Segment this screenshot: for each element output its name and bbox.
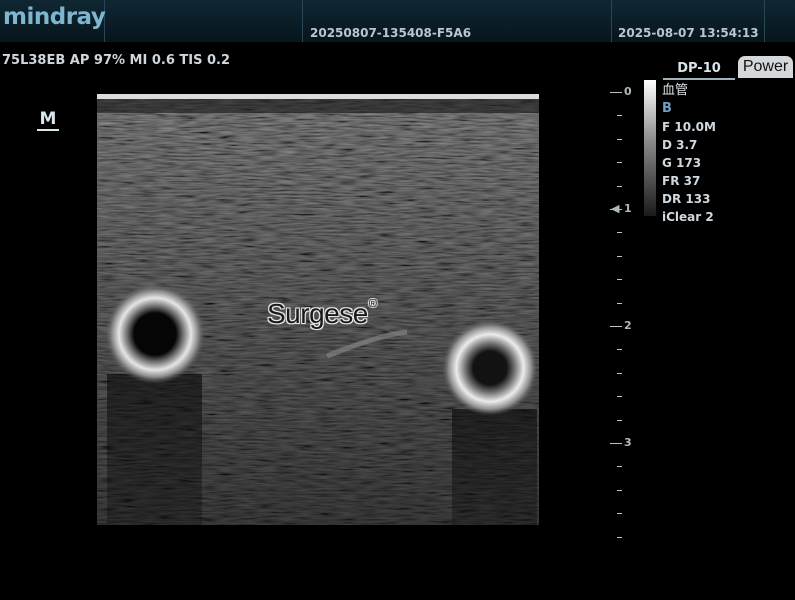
depth-major-tick [610, 326, 622, 327]
depth-label: 2 [624, 319, 632, 332]
acoustic-output-info: 75L38EB AP 97% MI 0.6 TIS 0.2 [2, 53, 231, 68]
watermark-text: Surgese [267, 298, 368, 329]
watermark: Surgese® [267, 297, 377, 330]
depth-minor-tick [617, 232, 622, 234]
depth-minor-tick [617, 536, 622, 538]
depth-minor-tick [617, 162, 622, 164]
depth-minor-tick [617, 489, 622, 491]
frame-rate-value: FR 37 [662, 174, 701, 188]
frequency-value: F 10.0M [662, 120, 716, 134]
iclear-value: iClear 2 [662, 210, 714, 224]
depth-label: 3 [624, 436, 632, 449]
depth-minor-tick [617, 279, 622, 281]
depth-minor-tick [617, 396, 622, 398]
depth-label: 1 [624, 202, 632, 215]
depth-minor-tick [617, 185, 622, 187]
focus-marker-icon: ◀ [611, 202, 620, 215]
depth-scale: 0 1 2 3 ◀ [605, 80, 645, 538]
depth-minor-tick [617, 138, 622, 140]
imaging-mode: B [662, 101, 672, 116]
depth-minor-tick [617, 419, 622, 421]
depth-minor-tick [617, 302, 622, 304]
registered-symbol: ® [368, 297, 377, 310]
orientation-marker: M [37, 110, 59, 131]
depth-label: 0 [624, 85, 632, 98]
exam-preset: 血管 [662, 83, 689, 98]
depth-minor-tick [617, 115, 622, 117]
brand-logo: mindray [3, 4, 106, 30]
dynamic-range-value: DR 133 [662, 192, 711, 206]
depth-minor-tick [617, 255, 622, 257]
depth-major-tick [610, 443, 622, 444]
header-divider [764, 0, 765, 42]
tab-dp-10[interactable]: DP-10 [663, 59, 735, 80]
mode-tabs: DP-10 Power [661, 56, 795, 80]
depth-major-tick [610, 92, 622, 93]
header-divider [302, 0, 303, 42]
depth-minor-tick [617, 349, 622, 351]
header-divider [611, 0, 612, 42]
depth-minor-tick [617, 372, 622, 374]
depth-value: D 3.7 [662, 138, 698, 152]
depth-minor-tick [617, 466, 622, 468]
top-status-bar: mindray 20250807-135408-F5A6 2025-08-07 … [0, 0, 795, 42]
exam-id: 20250807-135408-F5A6 [310, 26, 472, 40]
gain-value: G 173 [662, 156, 702, 170]
image-parameters: 血管 B F 10.0M D 3.7 G 173 FR 37 DR 133 iC… [662, 82, 716, 226]
tab-power[interactable]: Power [738, 56, 793, 78]
date-time: 2025-08-07 13:54:13 [618, 26, 759, 40]
grayscale-bar [644, 80, 656, 216]
depth-minor-tick [617, 513, 622, 515]
